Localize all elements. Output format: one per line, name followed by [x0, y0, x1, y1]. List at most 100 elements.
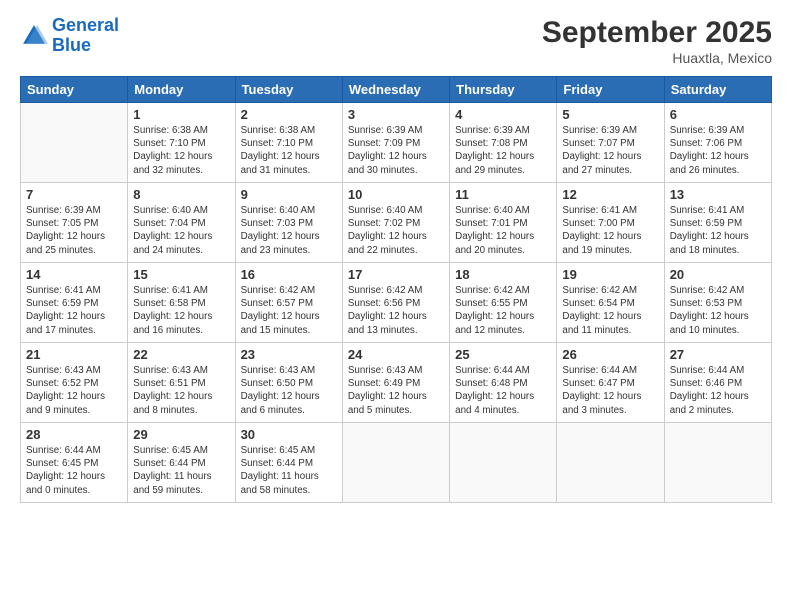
day-info: Sunrise: 6:41 AM Sunset: 6:58 PM Dayligh… — [133, 284, 229, 337]
calendar-cell: 14Sunrise: 6:41 AM Sunset: 6:59 PM Dayli… — [21, 263, 128, 343]
day-number: 20 — [670, 267, 766, 282]
location: Huaxtla, Mexico — [542, 50, 772, 66]
calendar-cell: 17 Sunrise: 6:42 AM Sunset: 6:56 PM Dayli… — [342, 263, 449, 343]
calendar-cell — [21, 103, 128, 183]
day-number: 4 — [455, 107, 551, 122]
day-info: Sunrise: 6:44 AM Sunset: 6:45 PM Dayligh… — [26, 444, 122, 497]
calendar-cell — [450, 423, 557, 503]
calendar-cell: 10 Sunrise: 6:40 AM Sunset: 7:02 PM Dayli… — [342, 183, 449, 263]
calendar-cell — [342, 423, 449, 503]
calendar-cell: 18 Sunrise: 6:42 AM Sunset: 6:55 PM Dayli… — [450, 263, 557, 343]
day-number: 12 — [562, 187, 658, 202]
day-number: 9 — [241, 187, 337, 202]
calendar-cell: 24Sunrise: 6:43 AM Sunset: 6:49 PM Dayli… — [342, 343, 449, 423]
week-row-0: 1 Sunrise: 6:38 AM Sunset: 7:10 PM Daylig… — [21, 103, 772, 183]
day-number: 24 — [348, 347, 444, 362]
day-number: 29 — [133, 427, 229, 442]
day-info: Sunrise: 6:44 AM Sunset: 6:48 PM Dayligh… — [455, 364, 551, 417]
week-row-1: 7 Sunrise: 6:39 AM Sunset: 7:05 PM Daylig… — [21, 183, 772, 263]
calendar-cell: 20 Sunrise: 6:42 AM Sunset: 6:53 PM Dayli… — [664, 263, 771, 343]
calendar-cell: 2 Sunrise: 6:38 AM Sunset: 7:10 PM Daylig… — [235, 103, 342, 183]
day-number: 23 — [241, 347, 337, 362]
day-info: Sunrise: 6:40 AM Sunset: 7:04 PM Dayligh… — [133, 204, 229, 257]
day-info: Sunrise: 6:40 AM Sunset: 7:03 PM Dayligh… — [241, 204, 337, 257]
calendar-cell: 23 Sunrise: 6:43 AM Sunset: 6:50 PM Dayli… — [235, 343, 342, 423]
weekday-header-tuesday: Tuesday — [235, 77, 342, 103]
calendar-cell: 21Sunrise: 6:43 AM Sunset: 6:52 PM Dayli… — [21, 343, 128, 423]
day-number: 30 — [241, 427, 337, 442]
calendar-cell — [664, 423, 771, 503]
weekday-header-saturday: Saturday — [664, 77, 771, 103]
day-number: 17 — [348, 267, 444, 282]
day-info: Sunrise: 6:42 AM Sunset: 6:57 PM Dayligh… — [241, 284, 337, 337]
day-number: 7 — [26, 187, 122, 202]
day-number: 10 — [348, 187, 444, 202]
day-number: 14 — [26, 267, 122, 282]
day-info: Sunrise: 6:44 AM Sunset: 6:47 PM Dayligh… — [562, 364, 658, 417]
page: General Blue September 2025 Huaxtla, Mex… — [0, 0, 792, 612]
day-info: Sunrise: 6:42 AM Sunset: 6:55 PM Dayligh… — [455, 284, 551, 337]
week-row-2: 14Sunrise: 6:41 AM Sunset: 6:59 PM Dayli… — [21, 263, 772, 343]
day-number: 28 — [26, 427, 122, 442]
day-number: 22 — [133, 347, 229, 362]
day-info: Sunrise: 6:42 AM Sunset: 6:53 PM Dayligh… — [670, 284, 766, 337]
day-info: Sunrise: 6:41 AM Sunset: 6:59 PM Dayligh… — [670, 204, 766, 257]
calendar-cell: 11Sunrise: 6:40 AM Sunset: 7:01 PM Dayli… — [450, 183, 557, 263]
calendar-cell: 29Sunrise: 6:45 AM Sunset: 6:44 PM Dayli… — [128, 423, 235, 503]
calendar: SundayMondayTuesdayWednesdayThursdayFrid… — [20, 76, 772, 503]
weekday-header-row: SundayMondayTuesdayWednesdayThursdayFrid… — [21, 77, 772, 103]
calendar-cell: 1Sunrise: 6:38 AM Sunset: 7:10 PM Daylig… — [128, 103, 235, 183]
day-info: Sunrise: 6:42 AM Sunset: 6:54 PM Dayligh… — [562, 284, 658, 337]
calendar-cell: 12 Sunrise: 6:41 AM Sunset: 7:00 PM Dayli… — [557, 183, 664, 263]
logo-line1: General — [52, 15, 119, 35]
calendar-cell: 8 Sunrise: 6:40 AM Sunset: 7:04 PM Daylig… — [128, 183, 235, 263]
day-info: Sunrise: 6:41 AM Sunset: 7:00 PM Dayligh… — [562, 204, 658, 257]
calendar-cell: 30Sunrise: 6:45 AM Sunset: 6:44 PM Dayli… — [235, 423, 342, 503]
weekday-header-sunday: Sunday — [21, 77, 128, 103]
day-number: 1 — [133, 107, 229, 122]
calendar-cell: 6 Sunrise: 6:39 AM Sunset: 7:06 PM Daylig… — [664, 103, 771, 183]
calendar-cell: 27 Sunrise: 6:44 AM Sunset: 6:46 PM Dayli… — [664, 343, 771, 423]
logo: General Blue — [20, 16, 119, 56]
day-number: 11 — [455, 187, 551, 202]
day-number: 27 — [670, 347, 766, 362]
day-info: Sunrise: 6:40 AM Sunset: 7:02 PM Dayligh… — [348, 204, 444, 257]
day-info: Sunrise: 6:39 AM Sunset: 7:06 PM Dayligh… — [670, 124, 766, 177]
weekday-header-friday: Friday — [557, 77, 664, 103]
week-row-3: 21Sunrise: 6:43 AM Sunset: 6:52 PM Dayli… — [21, 343, 772, 423]
day-number: 19 — [562, 267, 658, 282]
day-number: 13 — [670, 187, 766, 202]
day-number: 16 — [241, 267, 337, 282]
day-number: 5 — [562, 107, 658, 122]
calendar-cell: 5 Sunrise: 6:39 AM Sunset: 7:07 PM Daylig… — [557, 103, 664, 183]
logo-icon — [20, 22, 48, 50]
day-info: Sunrise: 6:38 AM Sunset: 7:10 PM Dayligh… — [241, 124, 337, 177]
day-number: 6 — [670, 107, 766, 122]
day-info: Sunrise: 6:44 AM Sunset: 6:46 PM Dayligh… — [670, 364, 766, 417]
day-number: 2 — [241, 107, 337, 122]
day-info: Sunrise: 6:39 AM Sunset: 7:05 PM Dayligh… — [26, 204, 122, 257]
day-info: Sunrise: 6:39 AM Sunset: 7:09 PM Dayligh… — [348, 124, 444, 177]
day-number: 26 — [562, 347, 658, 362]
day-info: Sunrise: 6:39 AM Sunset: 7:07 PM Dayligh… — [562, 124, 658, 177]
calendar-cell: 16 Sunrise: 6:42 AM Sunset: 6:57 PM Dayli… — [235, 263, 342, 343]
calendar-cell: 25 Sunrise: 6:44 AM Sunset: 6:48 PM Dayli… — [450, 343, 557, 423]
day-number: 18 — [455, 267, 551, 282]
calendar-cell: 26 Sunrise: 6:44 AM Sunset: 6:47 PM Dayli… — [557, 343, 664, 423]
weekday-header-wednesday: Wednesday — [342, 77, 449, 103]
week-row-4: 28 Sunrise: 6:44 AM Sunset: 6:45 PM Dayli… — [21, 423, 772, 503]
calendar-cell: 22 Sunrise: 6:43 AM Sunset: 6:51 PM Dayli… — [128, 343, 235, 423]
logo-text: General Blue — [52, 16, 119, 56]
day-number: 8 — [133, 187, 229, 202]
weekday-header-monday: Monday — [128, 77, 235, 103]
title-section: September 2025 Huaxtla, Mexico — [542, 16, 772, 66]
day-info: Sunrise: 6:42 AM Sunset: 6:56 PM Dayligh… — [348, 284, 444, 337]
month-title: September 2025 — [542, 16, 772, 50]
day-info: Sunrise: 6:39 AM Sunset: 7:08 PM Dayligh… — [455, 124, 551, 177]
day-number: 25 — [455, 347, 551, 362]
calendar-cell: 13 Sunrise: 6:41 AM Sunset: 6:59 PM Dayli… — [664, 183, 771, 263]
logo-line2: Blue — [52, 35, 91, 55]
day-info: Sunrise: 6:43 AM Sunset: 6:51 PM Dayligh… — [133, 364, 229, 417]
day-info: Sunrise: 6:43 AM Sunset: 6:50 PM Dayligh… — [241, 364, 337, 417]
day-number: 21 — [26, 347, 122, 362]
